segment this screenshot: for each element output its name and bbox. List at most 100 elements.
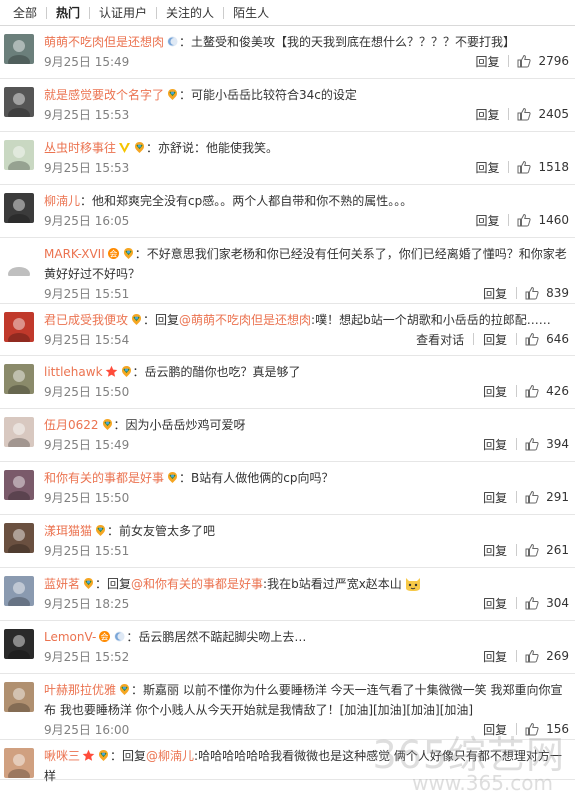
thumbs-up-icon: [525, 596, 539, 610]
view-conversation-link[interactable]: 查看对话: [407, 331, 473, 348]
comment-meta: 9月25日 16:05 回复 1460: [44, 211, 569, 229]
comment-username[interactable]: 伍月0622: [44, 418, 99, 432]
avatar[interactable]: [4, 312, 34, 342]
reply-link[interactable]: 回复: [474, 721, 516, 738]
like-count: 269: [546, 649, 569, 663]
vip-badge-icon: [94, 524, 107, 537]
like-button[interactable]: 646: [517, 332, 569, 346]
avatar[interactable]: [4, 748, 34, 778]
tab-hot[interactable]: 热门: [47, 0, 89, 26]
like-count: 291: [546, 490, 569, 504]
reply-mention-link[interactable]: @萌萌不吃肉但是还想肉: [179, 313, 311, 327]
tab-following[interactable]: 关注的人: [157, 0, 223, 26]
comment-list: 萌萌不吃肉但是还想肉 ：土鳌受和俊美攻【我的天我到底在想什么？？？？不要打我】 9月…: [0, 26, 575, 783]
avatar[interactable]: [4, 470, 34, 500]
reply-link[interactable]: 回复: [474, 285, 516, 302]
like-count: 646: [546, 332, 569, 346]
comment-text: 啾咪三 ：回复@柳湳儿:哈哈哈哈哈哈我看微微也是这种感觉 俩个人好像只有都不想理对…: [44, 746, 567, 786]
like-button[interactable]: 261: [517, 543, 569, 557]
avatar[interactable]: [4, 193, 34, 223]
comment-item: 啾咪三 ：回复@柳湳儿:哈哈哈哈哈哈我看微微也是这种感觉 俩个人好像只有都不想理对…: [0, 740, 575, 783]
comment-username[interactable]: 丛虫时移事往: [44, 141, 116, 155]
avatar[interactable]: [4, 576, 34, 606]
like-button[interactable]: 394: [517, 437, 569, 451]
like-count: 426: [546, 384, 569, 398]
like-button[interactable]: 304: [517, 596, 569, 610]
comment-timestamp: 9月25日 15:51: [44, 543, 130, 558]
avatar[interactable]: [4, 87, 34, 117]
comment-username[interactable]: 君已成受我便攻: [44, 313, 128, 327]
comment-filter-tabs: 全部 热门 认证用户 关注的人 陌生人: [0, 0, 575, 26]
comment-timestamp: 9月25日 18:25: [44, 596, 130, 611]
reply-prefix: ：回复: [110, 749, 147, 763]
comment-meta: 9月25日 15:54 查看对话 回复 646: [44, 330, 569, 348]
comment-body: ：可能小岳岳比较符合34c的设定: [179, 88, 357, 102]
reply-link[interactable]: 回复: [474, 383, 516, 400]
reply-link[interactable]: 回复: [466, 212, 508, 229]
like-button[interactable]: 1460: [509, 213, 569, 227]
avatar[interactable]: [4, 140, 34, 170]
thumbs-up-icon: [525, 649, 539, 663]
reply-mention-link[interactable]: @柳湳儿: [146, 749, 194, 763]
like-button[interactable]: 269: [517, 649, 569, 663]
comment-text: MARK-XVII 会：不好意思我们家老杨和你已经没有任何关系了，你们已经离婚了懂…: [44, 244, 567, 284]
comment-item: MARK-XVII 会：不好意思我们家老杨和你已经没有任何关系了，你们已经离婚了懂…: [0, 238, 575, 304]
comment-meta: 9月25日 15:51 回复 261: [44, 541, 569, 559]
reply-link[interactable]: 回复: [466, 159, 508, 176]
avatar[interactable]: [4, 629, 34, 659]
vip-badge-icon: [120, 365, 133, 378]
like-count: 261: [546, 543, 569, 557]
reply-mention-link[interactable]: @和你有关的事都是好事: [131, 577, 263, 591]
reply-link[interactable]: 回复: [474, 436, 516, 453]
thumbs-up-icon: [517, 213, 532, 227]
reply-link[interactable]: 回复: [474, 489, 516, 506]
like-button[interactable]: 291: [517, 490, 569, 504]
avatar[interactable]: [4, 417, 34, 447]
avatar[interactable]: [4, 523, 34, 553]
comment-username[interactable]: 柳湳儿: [44, 194, 80, 208]
comment-username[interactable]: 叶赫那拉优雅: [44, 683, 116, 697]
comment-timestamp: 9月25日 15:50: [44, 384, 130, 399]
like-count: 304: [546, 596, 569, 610]
avatar[interactable]: [4, 34, 34, 64]
like-count: 394: [546, 437, 569, 451]
like-button[interactable]: 156: [517, 722, 569, 736]
avatar[interactable]: [4, 682, 34, 712]
comment-username[interactable]: 和你有关的事都是好事: [44, 471, 164, 485]
comment-text: 和你有关的事都是好事 ：B站有人做他俩的cp向吗？: [44, 468, 567, 488]
thumbs-up-icon: [517, 54, 532, 68]
thumbs-up-icon: [525, 286, 539, 300]
comment-username[interactable]: 啾咪三: [44, 749, 80, 763]
comment-username[interactable]: 漾珥猫猫: [44, 524, 92, 538]
comment-body: ：前女友管太多了吧: [107, 524, 216, 538]
like-button[interactable]: 1518: [509, 160, 569, 174]
comment-username[interactable]: 蓝妍茗: [44, 577, 80, 591]
comment-username[interactable]: 就是感觉要改个名字了: [44, 88, 164, 102]
comment-meta: 9月25日 15:49 回复 2796: [44, 52, 569, 70]
reply-link[interactable]: 回复: [474, 331, 516, 348]
reply-prefix: ：回复: [143, 313, 180, 327]
avatar[interactable]: [4, 246, 34, 276]
comment-username[interactable]: littlehawk: [44, 365, 103, 379]
svg-text:会: 会: [109, 249, 117, 259]
like-button[interactable]: 2796: [509, 54, 569, 68]
reply-link[interactable]: 回复: [474, 648, 516, 665]
tab-strangers[interactable]: 陌生人: [224, 0, 278, 26]
comment-username[interactable]: LemonV-: [44, 630, 96, 644]
tab-all[interactable]: 全部: [4, 0, 46, 26]
comment-meta: 9月25日 15:53 回复 1518: [44, 158, 569, 176]
reply-link[interactable]: 回复: [474, 595, 516, 612]
comment-username[interactable]: 萌萌不吃肉但是还想肉: [44, 35, 164, 49]
tab-verified[interactable]: 认证用户: [90, 0, 156, 26]
reply-link[interactable]: 回复: [474, 542, 516, 559]
like-button[interactable]: 839: [517, 286, 569, 300]
avatar[interactable]: [4, 364, 34, 394]
comment-item: 萌萌不吃肉但是还想肉 ：土鳌受和俊美攻【我的天我到底在想什么？？？？不要打我】 9月…: [0, 26, 575, 79]
reply-link[interactable]: 回复: [466, 106, 508, 123]
comment-body: ：因为小岳岳炒鸡可爱呀: [113, 418, 246, 432]
like-button[interactable]: 426: [517, 384, 569, 398]
comment-username[interactable]: MARK-XVII: [44, 247, 105, 261]
like-button[interactable]: 2405: [509, 107, 569, 121]
comment-text: 伍月0622 ：因为小岳岳炒鸡可爱呀: [44, 415, 567, 435]
reply-link[interactable]: 回复: [466, 53, 508, 70]
